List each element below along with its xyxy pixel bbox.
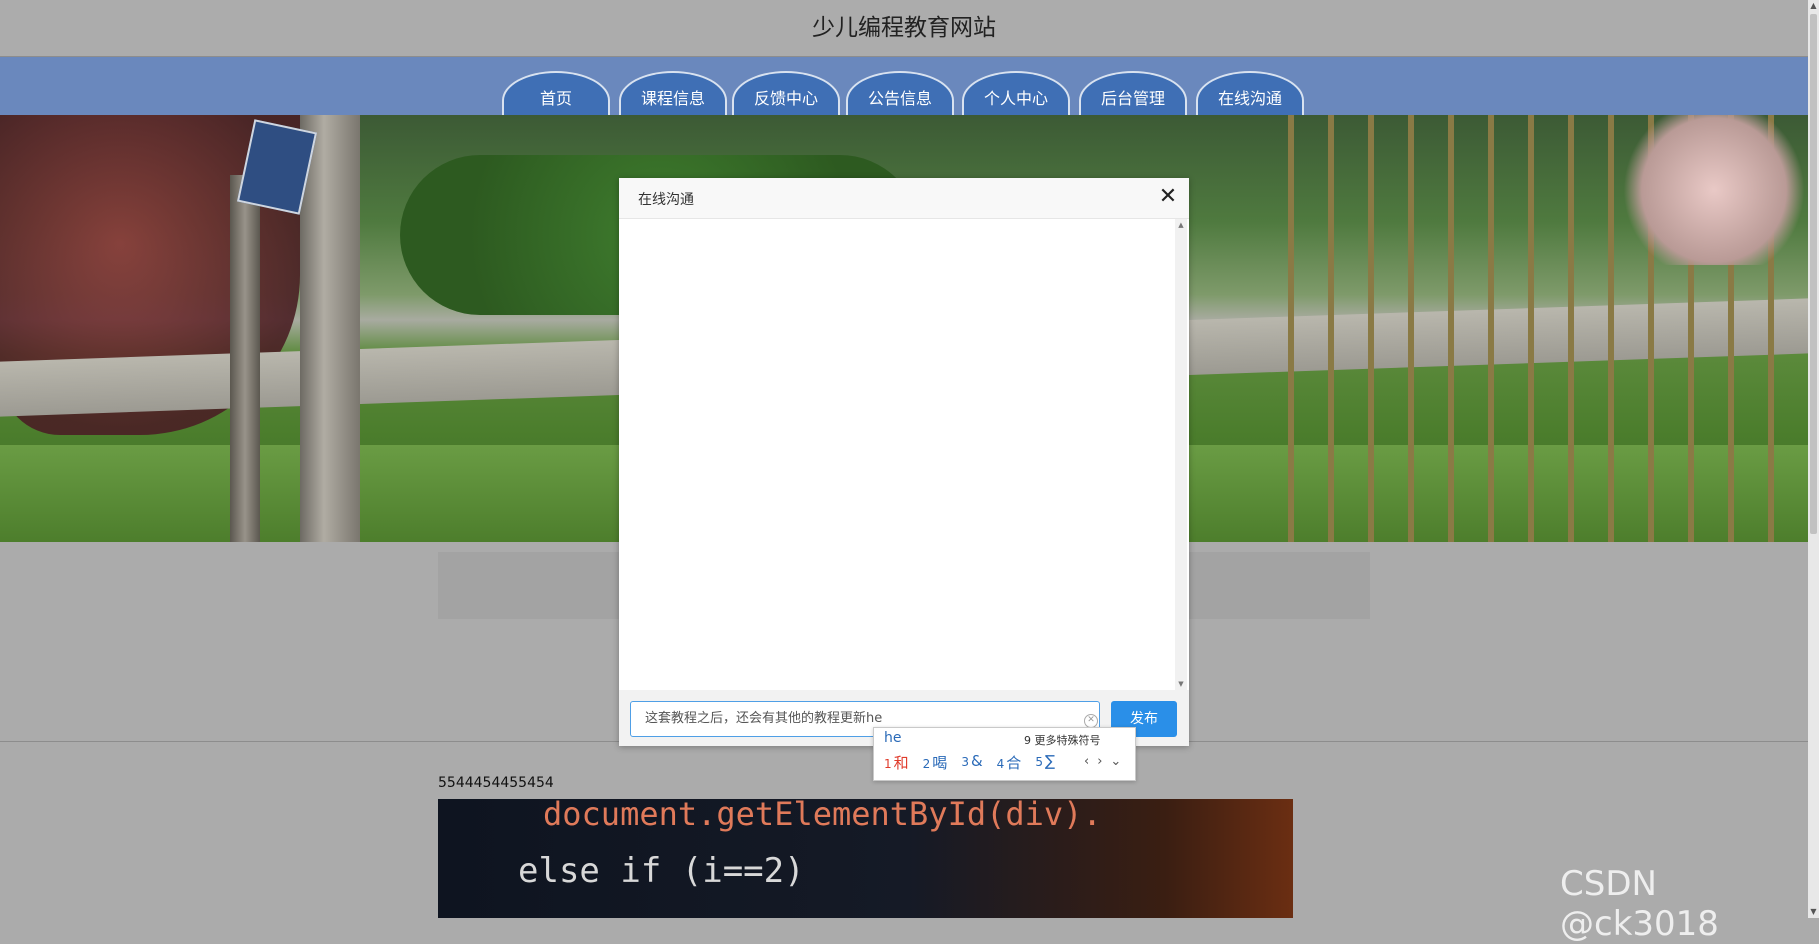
ime-composition: he (884, 730, 902, 746)
chat-modal: 在线沟通 ✕ ▲ ▼ 这套教程之后，还会有其他的教程更新he ✕ 发布 (619, 178, 1189, 746)
message-input-value: 这套教程之后，还会有其他的教程更新he (645, 711, 883, 726)
code-line: else if (i==2) (518, 851, 805, 891)
code-line: document.getElementById(div). (543, 799, 1102, 833)
chat-message-area[interactable]: ▲ ▼ (619, 219, 1189, 690)
scroll-up-arrow-icon[interactable]: ▲ (1808, 0, 1819, 12)
banner-trunk (230, 175, 260, 542)
ime-more-symbols[interactable]: 9 更多特殊符号 (1024, 732, 1101, 748)
nav-tab-feedback[interactable]: 反馈中心 (732, 71, 840, 117)
banner-trunk (300, 115, 360, 542)
nav-tab-admin[interactable]: 后台管理 (1079, 71, 1187, 117)
ime-candidate[interactable]: 1和 (884, 752, 909, 776)
chat-scrollbar[interactable]: ▲ ▼ (1175, 219, 1187, 690)
scroll-down-arrow-icon[interactable]: ▼ (1175, 678, 1187, 690)
post-title: 5544454455454 (438, 775, 554, 791)
modal-header: 在线沟通 ✕ (619, 178, 1189, 219)
ime-candidate[interactable]: 3 & (961, 752, 982, 776)
close-icon[interactable]: ✕ (1156, 184, 1180, 210)
banner-blossom (1620, 115, 1808, 265)
scrollbar-thumb[interactable] (1810, 14, 1817, 534)
modal-title: 在线沟通 (638, 192, 694, 208)
nav-tab-home[interactable]: 首页 (502, 71, 610, 117)
nav-tab-announcements[interactable]: 公告信息 (846, 71, 954, 117)
ime-candidate[interactable]: 4合 (997, 752, 1022, 776)
ime-next-icon[interactable]: › (1097, 754, 1102, 769)
clear-input-icon[interactable]: ✕ (1084, 714, 1098, 728)
ime-candidate-window: he 9 更多特殊符号 1和 2喝 3 & 4合 5 ∑ ‹ › ⌄ (873, 727, 1136, 781)
scroll-up-arrow-icon[interactable]: ▲ (1175, 219, 1187, 231)
ime-expand-icon[interactable]: ⌄ (1110, 754, 1121, 769)
main-navbar: 首页 课程信息 反馈中心 公告信息 个人中心 后台管理 在线沟通 (0, 57, 1808, 117)
site-header: 少儿编程教育网站 (0, 0, 1808, 57)
nav-tab-profile[interactable]: 个人中心 (962, 71, 1070, 117)
page-scrollbar[interactable]: ▲ ▼ (1808, 0, 1819, 918)
ime-candidate[interactable]: 2喝 (923, 752, 948, 776)
ime-candidate[interactable]: 5 ∑ (1035, 752, 1055, 776)
code-thumbnail-image[interactable]: document.getElementById(div). else if (i… (438, 799, 1293, 918)
nav-tab-chat[interactable]: 在线沟通 (1196, 71, 1304, 117)
nav-tab-courses[interactable]: 课程信息 (619, 71, 727, 117)
ime-nav: ‹ › ⌄ (1084, 754, 1121, 769)
site-title: 少儿编程教育网站 (812, 15, 996, 41)
ime-prev-icon[interactable]: ‹ (1084, 754, 1089, 769)
watermark-text: CSDN @ck3018 (1560, 864, 1719, 944)
